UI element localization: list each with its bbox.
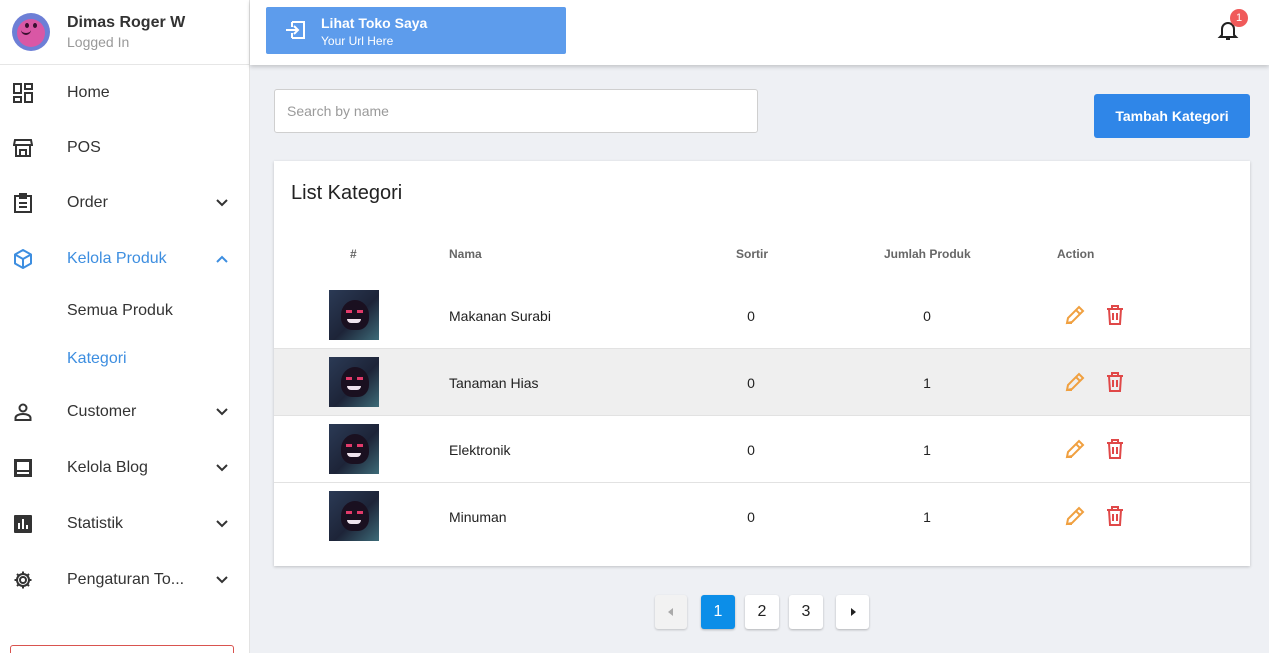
pagination-next-button[interactable]: [836, 595, 869, 629]
caret-right-icon: [850, 608, 856, 616]
gear-icon: [12, 569, 34, 591]
sidebar-subitem-semua-produk[interactable]: Semua Produk: [67, 302, 173, 320]
add-category-button[interactable]: Tambah Kategori: [1094, 94, 1250, 138]
article-icon: [12, 457, 34, 479]
sidebar-subitem-kategori[interactable]: Kategori: [67, 350, 127, 368]
view-store-button[interactable]: Lihat Toko Saya Your Url Here: [266, 7, 566, 54]
chevron-down-icon: [216, 576, 228, 584]
table-row: Elektronik 0 1: [274, 415, 1250, 482]
chevron-down-icon: [216, 520, 228, 528]
column-header-name: Nama: [449, 247, 482, 261]
sidebar-item-customer[interactable]: Customer: [0, 392, 249, 432]
user-panel: Dimas Roger W Logged In: [0, 0, 249, 65]
sidebar-item-pengaturan[interactable]: Pengaturan To...: [0, 560, 249, 600]
category-sort: 0: [747, 509, 755, 525]
column-header-count: Jumlah Produk: [884, 247, 971, 261]
sidebar: Dimas Roger W Logged In Home POS Order K…: [0, 0, 250, 653]
chevron-down-icon: [216, 464, 228, 472]
person-icon: [12, 401, 34, 423]
trash-icon[interactable]: [1103, 303, 1127, 327]
category-thumbnail: [329, 357, 379, 407]
search-input[interactable]: [274, 89, 758, 133]
sidebar-item-kelola-blog[interactable]: Kelola Blog: [0, 448, 249, 488]
pagination-prev-button[interactable]: [655, 595, 687, 629]
table-row: Makanan Surabi 0 0: [274, 282, 1250, 349]
login-icon: [286, 21, 305, 39]
category-sort: 0: [747, 308, 755, 324]
caret-left-icon: [668, 608, 673, 616]
sidebar-item-label: Kelola Produk: [67, 250, 167, 267]
pencil-icon[interactable]: [1063, 504, 1087, 528]
category-name: Minuman: [449, 509, 507, 525]
store-button-title: Lihat Toko Saya: [321, 15, 428, 31]
chevron-down-icon: [216, 199, 228, 207]
sidebar-item-pos[interactable]: POS: [0, 128, 249, 168]
category-list-card: List Kategori # Nama Sortir Jumlah Produ…: [274, 161, 1250, 566]
user-name: Dimas Roger W: [67, 14, 186, 31]
table-row: Minuman 0 1: [274, 482, 1250, 549]
sidebar-item-home[interactable]: Home: [0, 73, 249, 113]
notification-badge: 1: [1230, 9, 1248, 27]
clipboard-icon: [12, 192, 34, 214]
card-title: List Kategori: [291, 182, 403, 204]
pencil-icon[interactable]: [1063, 370, 1087, 394]
sidebar-item-label: Statistik: [67, 515, 124, 532]
sidebar-item-label: Kelola Blog: [67, 459, 148, 476]
category-count: 0: [923, 308, 931, 324]
pagination-page-3[interactable]: 3: [789, 595, 823, 629]
trash-icon[interactable]: [1103, 504, 1127, 528]
avatar: [12, 13, 50, 51]
category-sort: 0: [747, 375, 755, 391]
trash-icon[interactable]: [1103, 370, 1127, 394]
category-thumbnail: [329, 290, 379, 340]
box-icon: [12, 248, 34, 270]
pencil-icon[interactable]: [1063, 437, 1087, 461]
topbar: Lihat Toko Saya Your Url Here 1: [250, 0, 1269, 65]
sidebar-item-statistik[interactable]: Statistik: [0, 504, 249, 544]
store-button-url: Your Url Here: [321, 34, 394, 48]
category-count: 1: [923, 442, 931, 458]
pencil-icon[interactable]: [1063, 303, 1087, 327]
logout-button[interactable]: [10, 645, 234, 653]
column-header-index: #: [350, 247, 357, 261]
chart-icon: [12, 513, 34, 535]
sidebar-item-label: Order: [67, 194, 108, 211]
dashboard-icon: [12, 82, 34, 104]
store-icon: [12, 137, 34, 159]
category-sort: 0: [747, 442, 755, 458]
column-header-action: Action: [1057, 247, 1095, 261]
category-name: Makanan Surabi: [449, 308, 551, 324]
table-row: Tanaman Hias 0 1: [274, 348, 1250, 415]
trash-icon[interactable]: [1103, 437, 1127, 461]
column-header-sort: Sortir: [736, 247, 769, 261]
pagination-page-2[interactable]: 2: [745, 595, 779, 629]
category-thumbnail: [329, 491, 379, 541]
sidebar-item-label: Pengaturan To...: [67, 571, 185, 588]
category-thumbnail: [329, 424, 379, 474]
chevron-up-icon: [216, 255, 228, 263]
category-count: 1: [923, 509, 931, 525]
sidebar-item-label: Customer: [67, 403, 137, 420]
pagination-page-1[interactable]: 1: [701, 595, 735, 629]
category-count: 1: [923, 375, 931, 391]
sidebar-item-order[interactable]: Order: [0, 183, 249, 223]
sidebar-item-label: POS: [67, 139, 101, 156]
category-name: Elektronik: [449, 442, 511, 458]
category-name: Tanaman Hias: [449, 375, 539, 391]
sidebar-item-kelola-produk[interactable]: Kelola Produk: [0, 239, 249, 279]
user-status: Logged In: [67, 34, 130, 50]
sidebar-item-label: Home: [67, 84, 110, 101]
chevron-down-icon: [216, 408, 228, 416]
